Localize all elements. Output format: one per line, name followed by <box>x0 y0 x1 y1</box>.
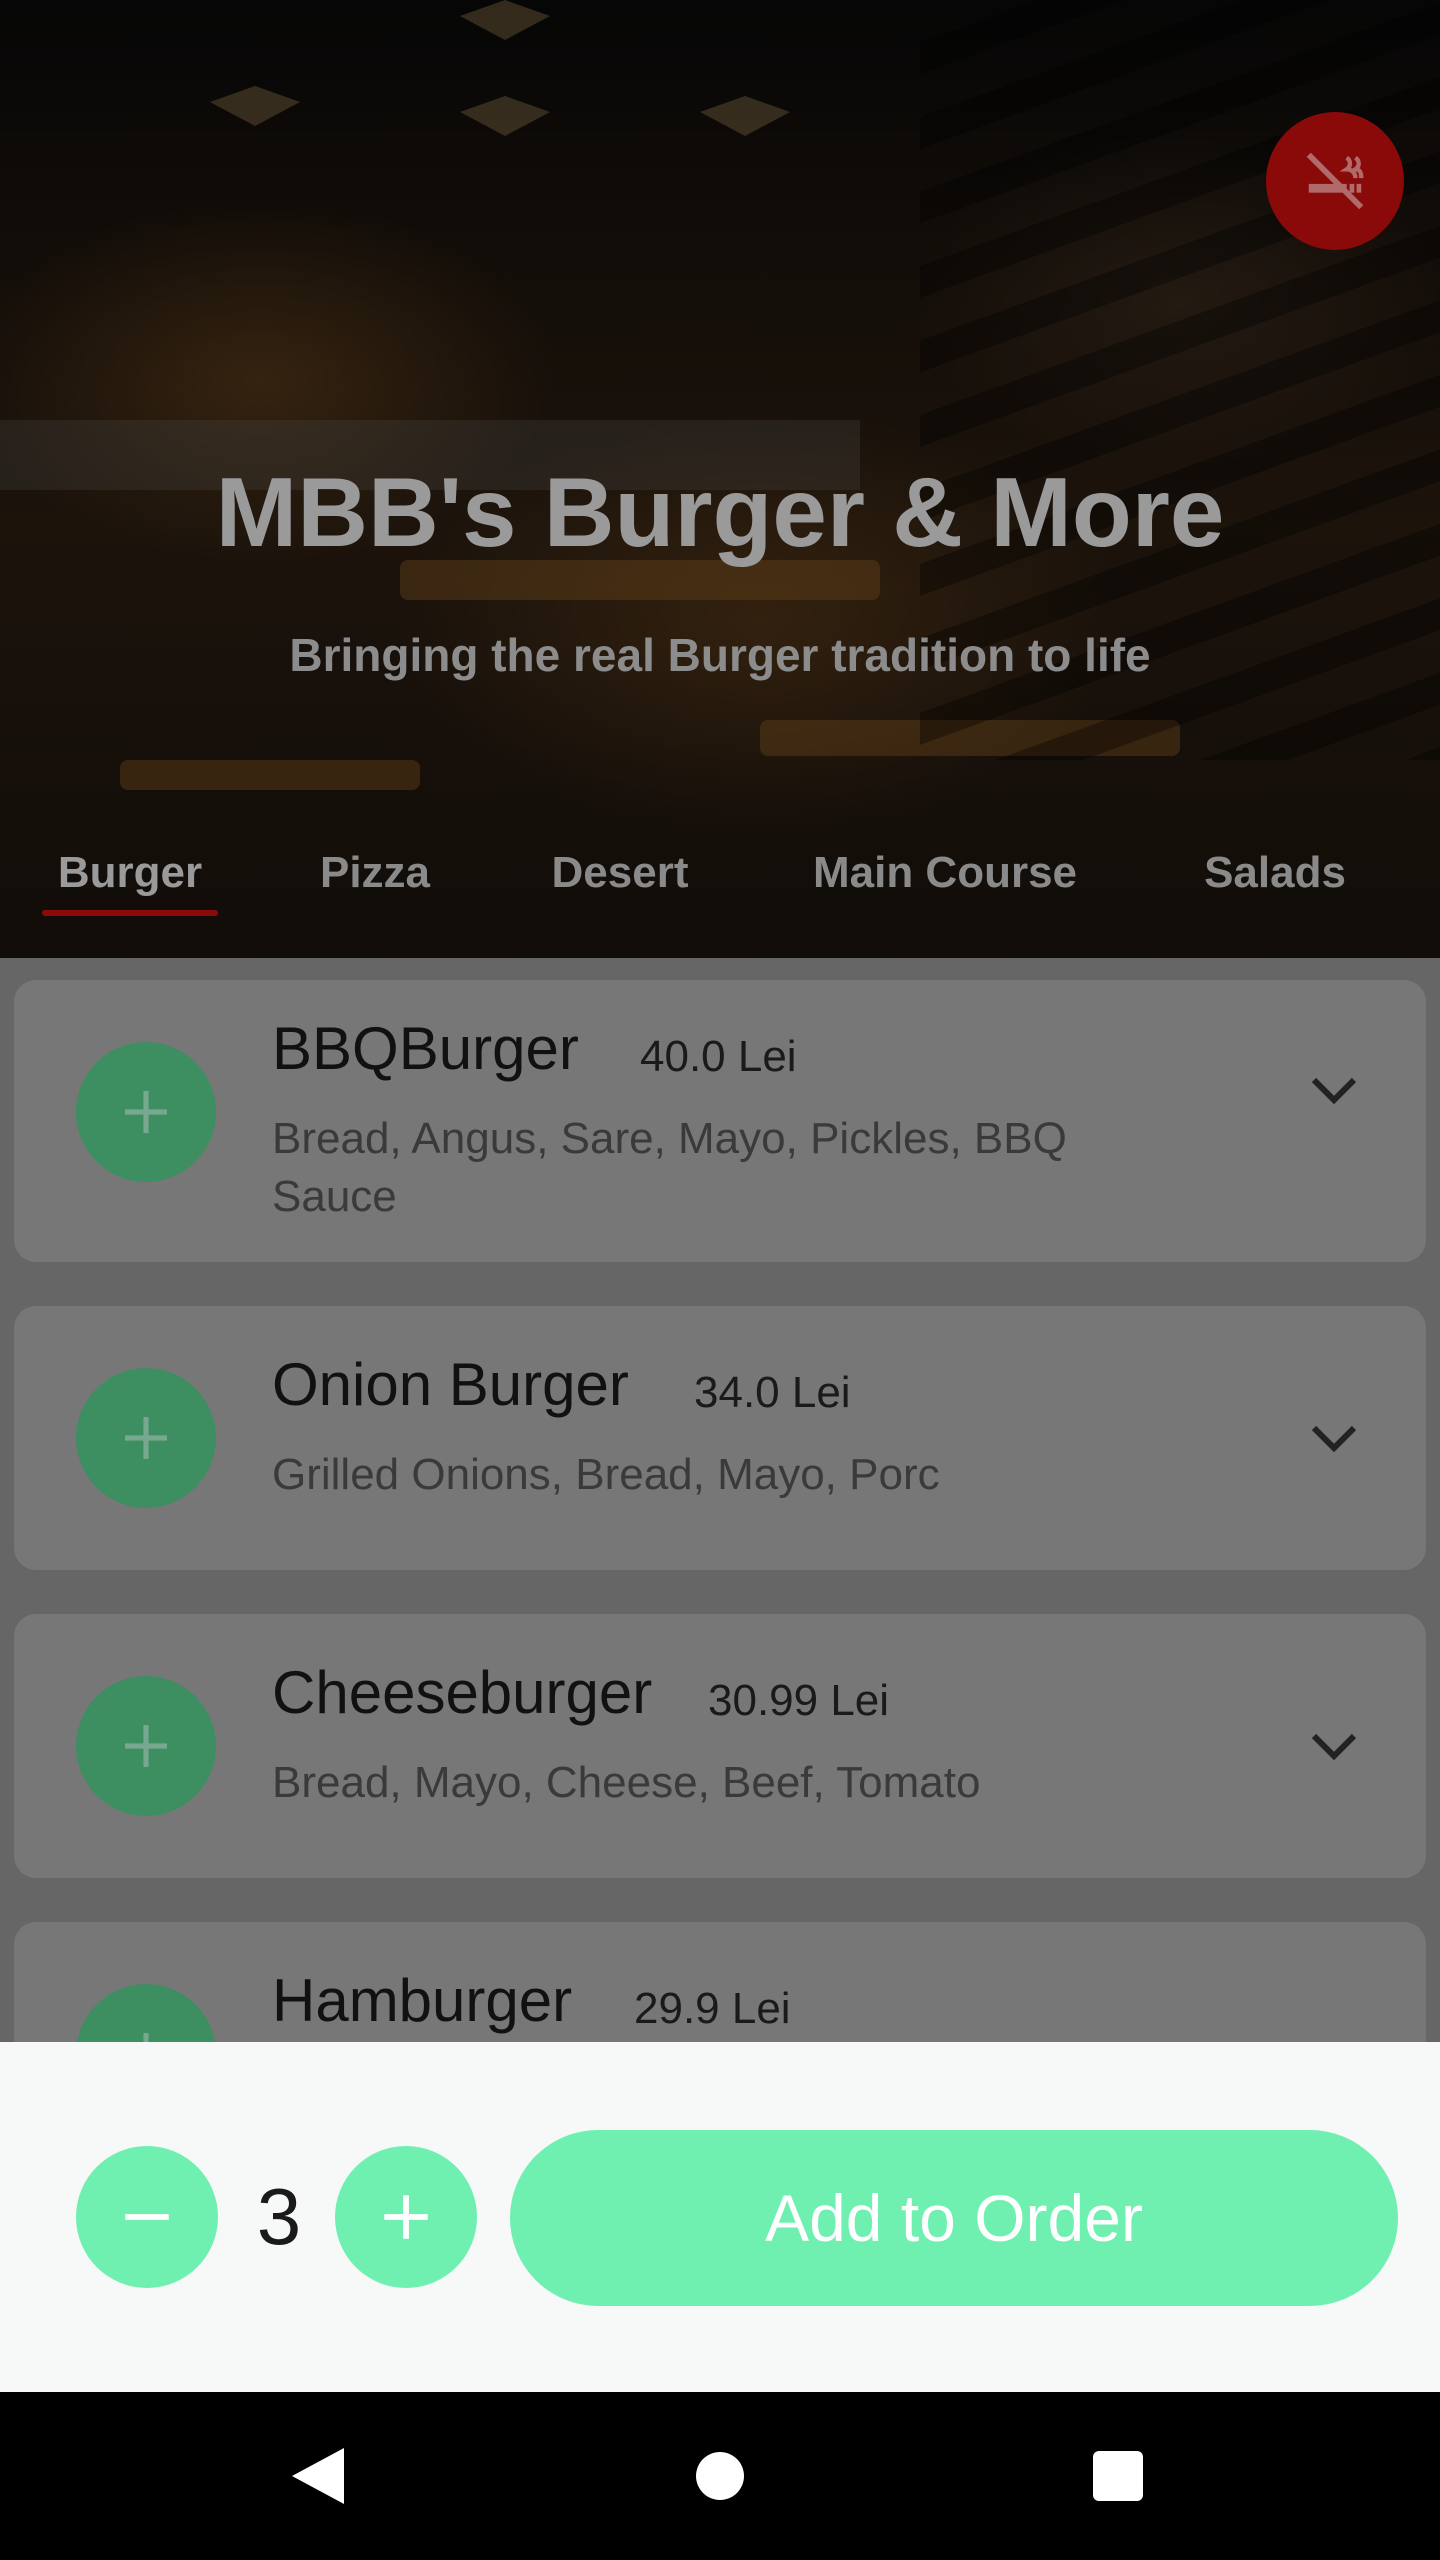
add-item-button[interactable] <box>76 1676 216 1816</box>
item-name: Cheeseburger <box>272 1659 653 1726</box>
item-name: BBQBurger <box>272 1015 579 1082</box>
category-tabs: Burger Pizza Desert Main Course Salads <box>0 840 1440 920</box>
no-smoking-icon <box>1306 152 1364 210</box>
tab-salads[interactable]: Salads <box>1180 840 1370 920</box>
item-price: 30.99 Lei <box>708 1676 890 1725</box>
no-smoking-button[interactable] <box>1266 112 1404 250</box>
chevron-down-icon[interactable] <box>1306 1726 1362 1766</box>
quantity-value: 3 <box>256 2172 302 2261</box>
system-nav-bar <box>0 2392 1440 2560</box>
menu-item-card[interactable]: BBQBurger 40.0 Lei Bread, Angus, Sare, M… <box>14 980 1426 1262</box>
item-price: 40.0 Lei <box>640 1032 797 1081</box>
item-name: Hamburger <box>272 1967 573 2034</box>
plus-icon <box>143 2033 149 2042</box>
item-price: 34.0 Lei <box>694 1368 851 1417</box>
plus-icon <box>125 1417 167 1459</box>
chevron-down-icon[interactable] <box>1306 1418 1362 1458</box>
recents-square-icon <box>1093 2451 1143 2501</box>
add-item-button[interactable] <box>76 1368 216 1508</box>
back-triangle-icon <box>292 2448 344 2504</box>
add-to-order-button[interactable]: Add to Order <box>510 2130 1398 2306</box>
item-description: Grilled Onions, Bread, Mayo, Porc <box>272 1450 940 1499</box>
chevron-down-icon[interactable] <box>1306 1070 1362 1110</box>
menu-item-card[interactable]: Cheeseburger 30.99 Lei Bread, Mayo, Chee… <box>14 1614 1426 1878</box>
tab-desert[interactable]: Desert <box>530 840 710 920</box>
restaurant-subtitle: Bringing the real Burger tradition to li… <box>289 629 1151 681</box>
decrease-quantity-button[interactable] <box>76 2146 218 2288</box>
nav-recents-button[interactable] <box>1078 2436 1158 2516</box>
menu-item-card[interactable]: Onion Burger 34.0 Lei Grilled Onions, Br… <box>14 1306 1426 1570</box>
tab-burger[interactable]: Burger <box>42 840 218 920</box>
item-name: Onion Burger <box>272 1351 629 1418</box>
hero-banner: MBB's Burger & More Bringing the real Bu… <box>0 0 1440 958</box>
plus-icon <box>125 1725 167 1767</box>
minus-icon <box>125 2214 169 2220</box>
restaurant-title: MBB's Burger & More <box>215 457 1225 567</box>
nav-home-button[interactable] <box>680 2436 760 2516</box>
tab-pizza[interactable]: Pizza <box>300 840 450 920</box>
increase-quantity-button[interactable] <box>335 2146 477 2288</box>
item-description: Bread, Mayo, Cheese, Beef, Tomato <box>272 1758 981 1807</box>
item-description: Bread, Angus, Sare, Mayo, Pickles, BBQ S… <box>272 1114 1067 1221</box>
plus-icon <box>384 2195 428 2239</box>
nav-back-button[interactable] <box>278 2436 358 2516</box>
order-bar: 3 Add to Order <box>0 2042 1440 2392</box>
add-item-button[interactable] <box>76 1984 216 2042</box>
tab-main-course[interactable]: Main Course <box>790 840 1100 920</box>
plus-icon <box>125 1091 167 1133</box>
add-item-button[interactable] <box>76 1042 216 1182</box>
menu-list[interactable]: BBQBurger 40.0 Lei Bread, Angus, Sare, M… <box>0 958 1440 2042</box>
menu-item-card[interactable]: Hamburger 29.9 Lei <box>14 1922 1426 2042</box>
item-price: 29.9 Lei <box>634 1984 791 2033</box>
home-circle-icon <box>696 2452 744 2500</box>
tab-active-indicator <box>42 910 218 916</box>
